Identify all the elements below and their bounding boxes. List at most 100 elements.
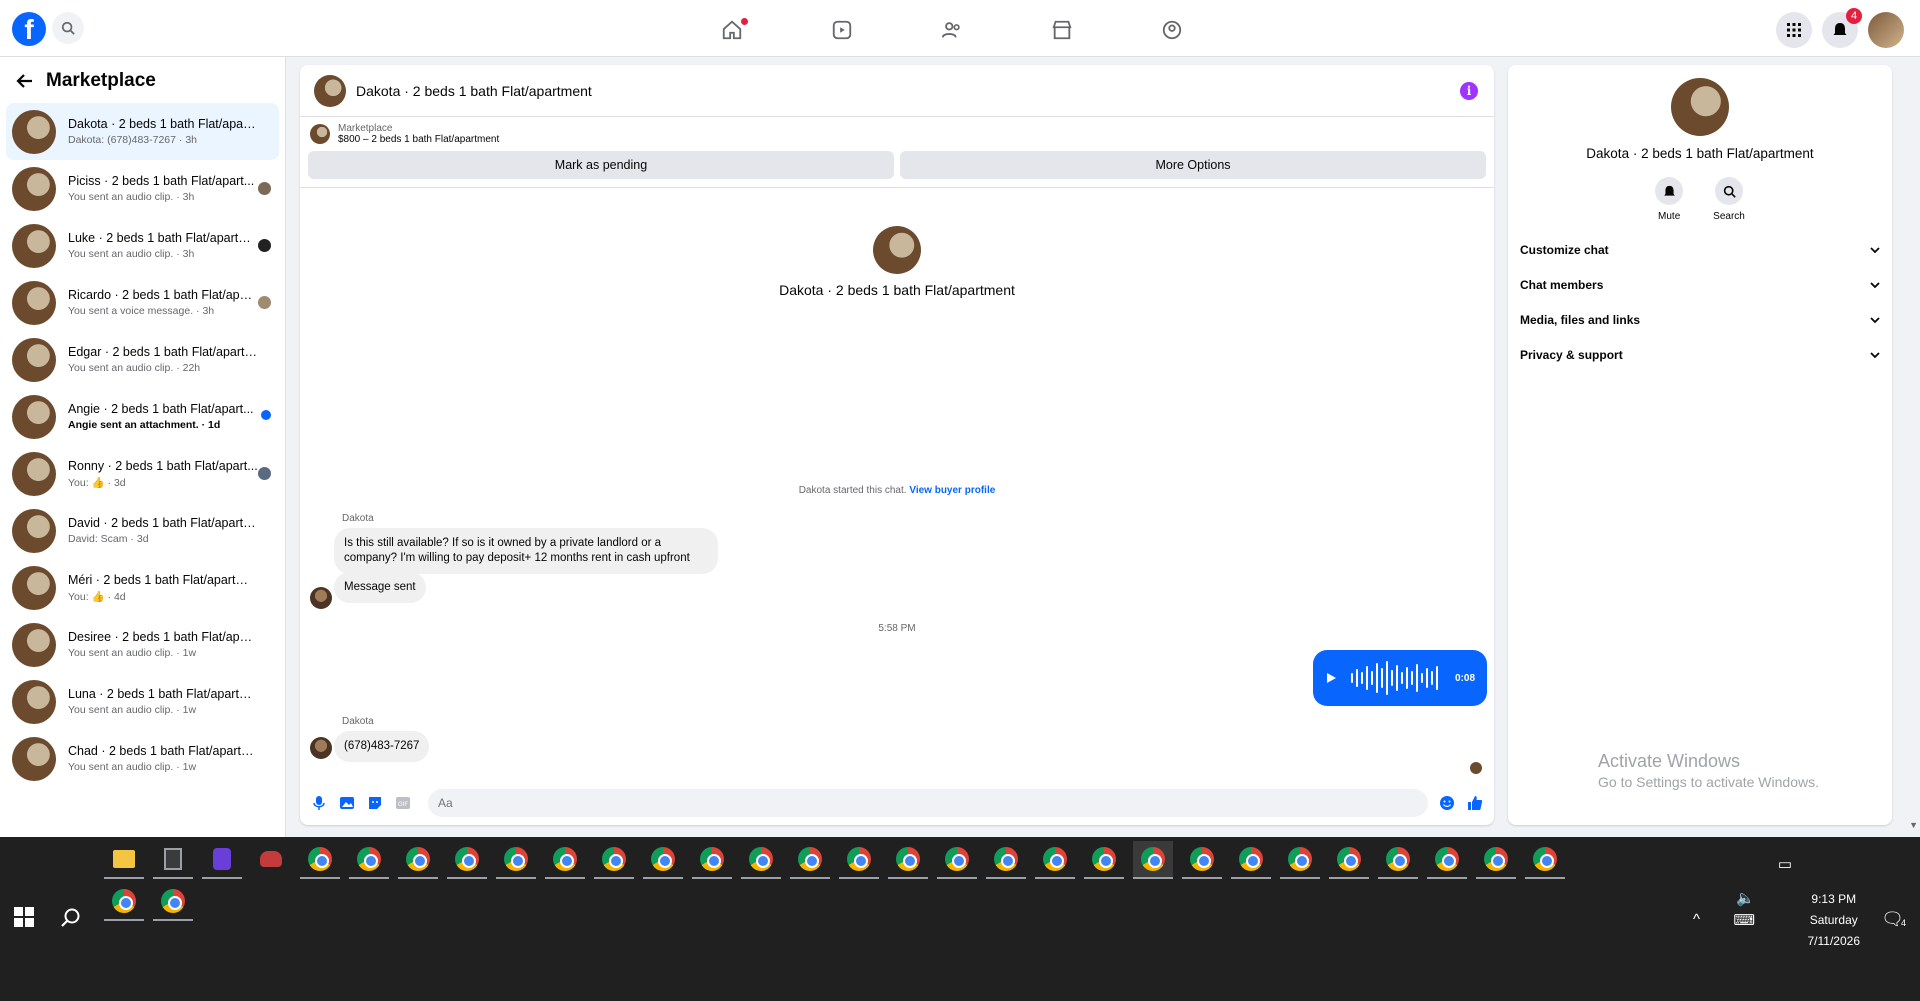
app-icon[interactable]: [251, 841, 291, 879]
more-options-button[interactable]: More Options: [900, 151, 1486, 179]
chrome-icon[interactable]: [349, 841, 389, 879]
chat-members-section[interactable]: Chat members: [1520, 267, 1880, 302]
info-listing-thumbnail: [1671, 78, 1729, 136]
incoming-message[interactable]: Is this still available? If so is it own…: [334, 528, 718, 574]
customize-chat-section[interactable]: Customize chat: [1520, 232, 1880, 267]
chrome-icon[interactable]: [398, 841, 438, 879]
back-arrow-icon[interactable]: [16, 72, 34, 90]
chrome-icon[interactable]: [1084, 841, 1124, 879]
info-icon[interactable]: i: [1460, 82, 1478, 100]
chrome-icon[interactable]: [888, 841, 928, 879]
windows-taskbar: ▭ 🔈 ^ ⌨ 9:13 PM Saturday 7/11/2026 🗨 4: [0, 837, 1920, 1001]
privacy-support-section[interactable]: Privacy & support: [1520, 337, 1880, 372]
conversation-item[interactable]: Ricardo · 2 beds 1 bath Flat/apar... You …: [6, 274, 279, 331]
show-hidden-icons-chevron-icon[interactable]: ^: [1693, 911, 1700, 928]
display-icon[interactable]: ▭: [1778, 855, 1792, 873]
chrome-icon[interactable]: [545, 841, 585, 879]
chrome-icon[interactable]: [839, 841, 879, 879]
chat-listing-thumbnail[interactable]: [314, 74, 346, 107]
media-files-links-section[interactable]: Media, files and links: [1520, 302, 1880, 337]
groups-icon[interactable]: [1140, 8, 1204, 52]
conversation-item[interactable]: Dakota · 2 beds 1 bath Flat/apartm... Dak…: [6, 103, 279, 160]
conversation-item[interactable]: Chad · 2 beds 1 bath Flat/apartment You s…: [6, 730, 279, 787]
calculator-icon[interactable]: [153, 841, 193, 879]
listing-bar[interactable]: Marketplace $800 – 2 beds 1 bath Flat/ap…: [300, 117, 1494, 151]
taskbar-clock[interactable]: 9:13 PM Saturday 7/11/2026: [1808, 889, 1861, 952]
chrome-icon[interactable]: [104, 883, 144, 921]
info-actions: Mute Search: [1508, 177, 1892, 222]
conversation-item[interactable]: David · 2 beds 1 bath Flat/apartment Davi…: [6, 502, 279, 559]
message-composer: GIF: [300, 781, 1494, 825]
outgoing-audio-message[interactable]: 0:08: [1313, 650, 1487, 706]
listing-thumbnail: [12, 280, 56, 325]
conversation-item[interactable]: Piciss · 2 beds 1 bath Flat/apart... You …: [6, 160, 279, 217]
system-tray: ▭ 🔈 ^ ⌨ 9:13 PM Saturday 7/11/2026 🗨 4: [1500, 837, 1920, 1001]
incoming-message[interactable]: Message sent: [334, 572, 426, 603]
chrome-icon[interactable]: [447, 841, 487, 879]
emoji-icon[interactable]: [1438, 794, 1456, 812]
conversation-item[interactable]: Luna · 2 beds 1 bath Flat/apartment You s…: [6, 673, 279, 730]
app-icon[interactable]: [202, 841, 242, 879]
chat-title[interactable]: Dakota · 2 beds 1 bath Flat/apartment: [356, 83, 592, 99]
chrome-icon[interactable]: [1427, 841, 1467, 879]
message-input[interactable]: [428, 789, 1428, 817]
file-explorer-icon[interactable]: [104, 841, 144, 879]
menu-grid-icon[interactable]: [1776, 12, 1812, 48]
windows-start-icon[interactable]: [14, 907, 34, 927]
gif-icon[interactable]: GIF: [394, 794, 412, 812]
sender-avatar[interactable]: [310, 737, 332, 759]
search-in-conversation-button[interactable]: Search: [1713, 177, 1745, 222]
listing-thumbnail: [12, 679, 56, 724]
marketplace-icon[interactable]: [1030, 8, 1094, 52]
play-icon[interactable]: [1325, 672, 1337, 684]
chrome-icon[interactable]: [1280, 841, 1320, 879]
conversation-item[interactable]: Desiree · 2 beds 1 bath Flat/apart... You…: [6, 616, 279, 673]
volume-icon[interactable]: 🔈: [1736, 889, 1755, 907]
chrome-icon[interactable]: [790, 841, 830, 879]
activate-windows-watermark: Activate Windows Go to Settings to activ…: [1598, 751, 1819, 790]
chrome-icon[interactable]: [496, 841, 536, 879]
chrome-icon[interactable]: [153, 883, 193, 921]
notifications-bell-icon[interactable]: 4: [1822, 8, 1862, 48]
search-icon[interactable]: [52, 12, 84, 44]
conversation-item[interactable]: Méri · 2 beds 1 bath Flat/apartment You: …: [6, 559, 279, 616]
conversation-item[interactable]: Ronny · 2 beds 1 bath Flat/apart... You: …: [6, 445, 279, 502]
chrome-icon[interactable]: [1035, 841, 1075, 879]
taskbar-search-icon[interactable]: [60, 907, 82, 934]
chrome-icon[interactable]: [594, 841, 634, 879]
conversation-item[interactable]: Angie · 2 beds 1 bath Flat/apart... Angie…: [6, 388, 279, 445]
chrome-icon[interactable]: [692, 841, 732, 879]
chrome-icon[interactable]: [1231, 841, 1271, 879]
conversation-item[interactable]: Edgar · 2 beds 1 bath Flat/apartment You …: [6, 331, 279, 388]
chrome-icon[interactable]: [741, 841, 781, 879]
home-icon[interactable]: [700, 8, 764, 52]
mute-button[interactable]: Mute: [1655, 177, 1684, 222]
profile-avatar[interactable]: [1868, 12, 1904, 48]
seen-avatar: [258, 239, 271, 252]
chrome-icon-active[interactable]: [1133, 841, 1173, 879]
like-thumb-icon[interactable]: [1466, 794, 1484, 812]
incoming-message[interactable]: (678)483-7267: [334, 731, 430, 762]
intro-name: Dakota · 2 beds 1 bath Flat/apartment: [779, 282, 1015, 298]
message-sender-name: Dakota: [342, 513, 374, 524]
microphone-icon[interactable]: [310, 794, 328, 812]
mark-as-pending-button[interactable]: Mark as pending: [308, 151, 894, 179]
view-buyer-profile-link[interactable]: View buyer profile: [909, 485, 995, 496]
conversation-item[interactable]: Luke · 2 beds 1 bath Flat/apartm... You s…: [6, 217, 279, 274]
chrome-icon[interactable]: [937, 841, 977, 879]
chrome-icon[interactable]: [986, 841, 1026, 879]
chrome-icon[interactable]: [300, 841, 340, 879]
chrome-icon[interactable]: [1329, 841, 1369, 879]
scrollbar-down-arrow[interactable]: ▼: [1909, 820, 1918, 830]
sender-avatar[interactable]: [310, 587, 332, 609]
sidebar-header: Marketplace: [0, 63, 285, 99]
friends-icon[interactable]: [920, 8, 984, 52]
chrome-icon[interactable]: [1182, 841, 1222, 879]
keyboard-icon[interactable]: ⌨: [1733, 911, 1755, 929]
chrome-icon[interactable]: [1378, 841, 1418, 879]
video-icon[interactable]: [810, 8, 874, 52]
chrome-icon[interactable]: [643, 841, 683, 879]
photo-icon[interactable]: [338, 794, 356, 812]
facebook-logo-icon[interactable]: f: [12, 12, 46, 46]
sticker-icon[interactable]: [366, 794, 384, 812]
